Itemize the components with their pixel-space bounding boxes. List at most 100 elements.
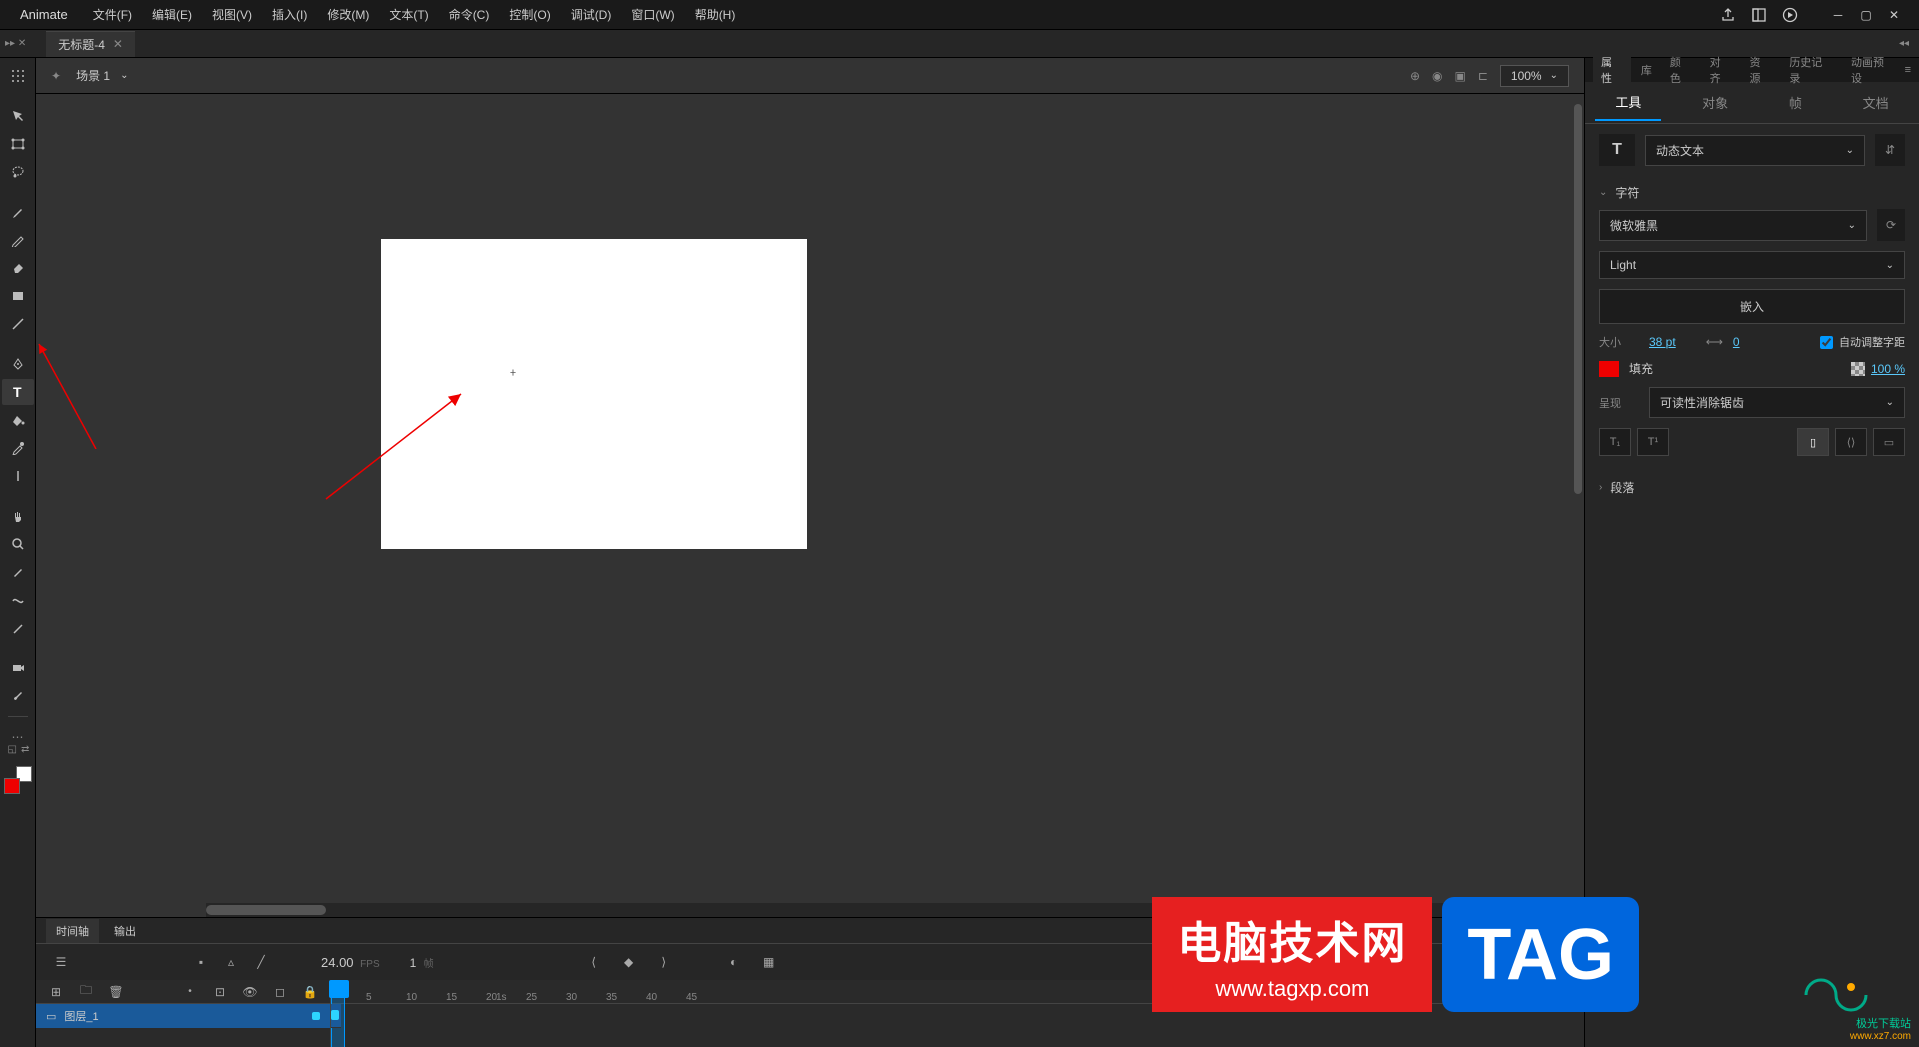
font-family-select[interactable]: 微软雅黑 ⌄ [1599, 210, 1867, 241]
panel-menu-icon[interactable]: ≡ [1905, 64, 1911, 76]
play-icon[interactable] [1782, 7, 1798, 23]
asset-warp-tool-icon[interactable] [2, 463, 34, 489]
workspace-icon[interactable] [1751, 7, 1767, 23]
camera-layer-icon[interactable]: ▪ [191, 952, 211, 972]
prop-tab-tool[interactable]: 工具 [1595, 84, 1661, 121]
selectable-icon[interactable]: ▯ [1797, 428, 1829, 456]
show-rig-icon[interactable]: ⊡ [210, 982, 230, 1002]
document-tab[interactable]: 无标题-4 ✕ [46, 31, 135, 57]
tab-timeline[interactable]: 时间轴 [46, 919, 99, 943]
text-tool-icon[interactable]: T [2, 379, 34, 405]
menu-window[interactable]: 窗口(W) [621, 6, 684, 23]
prop-tab-document[interactable]: 文档 [1843, 85, 1909, 120]
html-render-icon[interactable]: ⟨⟩ [1835, 428, 1867, 456]
free-transform-tool-icon[interactable] [2, 131, 34, 157]
menu-text[interactable]: 文本(T) [379, 6, 438, 23]
superscript-icon[interactable]: T¹ [1637, 428, 1669, 456]
frame-display[interactable]: 1 帧 [410, 955, 434, 970]
insert-keyframe-icon[interactable]: ◆ [619, 952, 639, 972]
layers-icon[interactable]: ☰ [51, 952, 71, 972]
border-icon[interactable]: ▭ [1873, 428, 1905, 456]
fill-color-swatch[interactable] [1599, 361, 1619, 377]
pencil-tool-icon[interactable] [2, 227, 34, 253]
auto-kern-checkbox[interactable]: 自动调整字距 [1820, 334, 1905, 350]
rotate-view-icon[interactable]: ◉ [1432, 69, 1442, 83]
brush-tool-icon[interactable] [2, 199, 34, 225]
panel-tab-library[interactable]: 库 [1633, 58, 1660, 82]
char-section-header[interactable]: ⌄ 字符 [1599, 176, 1905, 209]
minimize-button[interactable]: ─ [1828, 5, 1848, 25]
edit-multiple-icon[interactable]: ▦ [759, 952, 779, 972]
visibility-icon[interactable]: 👁 [240, 982, 260, 1002]
layer-depth-icon[interactable]: ╱ [251, 952, 271, 972]
embed-button[interactable]: 嵌入 [1599, 289, 1905, 324]
timeline-ruler[interactable]: 1s 5 10 15 20 25 30 35 40 45 [331, 980, 1584, 1004]
menu-file[interactable]: 文件(F) [83, 6, 142, 23]
fill-color-swatch[interactable] [4, 778, 20, 794]
menu-debug[interactable]: 调试(D) [561, 6, 622, 23]
goto-first-icon[interactable]: ⟨ [584, 952, 604, 972]
rotation-tool-icon[interactable] [2, 615, 34, 641]
font-preview-icon[interactable]: ⟳ [1877, 209, 1905, 241]
swap-colors-icon[interactable]: ⇄ [21, 744, 29, 755]
font-style-select[interactable]: Light ⌄ [1599, 251, 1905, 279]
zoom-tool-icon[interactable] [2, 531, 34, 557]
share-icon[interactable] [1720, 7, 1736, 23]
subscript-icon[interactable]: T₁ [1599, 428, 1631, 456]
camera-tool-icon[interactable] [2, 655, 34, 681]
render-mode-select[interactable]: 可读性消除锯齿 ⌄ [1649, 387, 1905, 418]
layer-row[interactable]: ▭ 图层_1 [36, 1004, 330, 1028]
text-direction-icon[interactable]: ⇵ [1875, 134, 1905, 166]
line-tool-icon[interactable] [2, 311, 34, 337]
eyedropper-tool-icon[interactable] [2, 435, 34, 461]
goto-last-icon[interactable]: ⟩ [654, 952, 674, 972]
hand-tool-icon[interactable] [2, 503, 34, 529]
opacity-value[interactable]: 100 % [1871, 362, 1905, 376]
maximize-button[interactable]: ▢ [1856, 5, 1876, 25]
new-layer-icon[interactable]: ⊞ [46, 982, 66, 1002]
menu-insert[interactable]: 插入(I) [262, 6, 317, 23]
menu-edit[interactable]: 编辑(E) [142, 6, 202, 23]
horizontal-scrollbar[interactable] [206, 903, 1584, 917]
para-section-header[interactable]: › 段落 [1599, 471, 1905, 504]
outline-icon[interactable]: ◻ [270, 982, 290, 1002]
paint-brush-tool-icon[interactable] [2, 683, 34, 709]
grid-tool-icon[interactable] [2, 63, 34, 89]
eraser-tool-icon[interactable] [2, 255, 34, 281]
new-folder-icon[interactable]: 🗀 [76, 982, 96, 1002]
highlight-layers-icon[interactable]: • [180, 982, 200, 1002]
layer-name[interactable]: 图层_1 [64, 1008, 304, 1024]
stage[interactable] [381, 239, 807, 549]
width-tool-icon[interactable] [2, 587, 34, 613]
timeline-track[interactable]: 1s 5 10 15 20 25 30 35 40 45 [331, 980, 1584, 1047]
tab-output[interactable]: 输出 [104, 919, 146, 943]
prop-tab-frame[interactable]: 帧 [1769, 85, 1822, 120]
pen-tool-icon[interactable] [2, 351, 34, 377]
default-colors-icon[interactable]: ◱ [8, 744, 17, 755]
clip-content-icon[interactable]: ▣ [1455, 69, 1466, 83]
onion-skin-icon[interactable]: ◐ [724, 952, 744, 972]
lasso-tool-icon[interactable] [2, 159, 34, 185]
keyframe-marker[interactable] [331, 1010, 339, 1020]
auto-kern-input[interactable] [1820, 336, 1833, 349]
panel-collapse-icon[interactable]: ◂◂ [1899, 38, 1919, 49]
selection-tool-icon[interactable] [2, 103, 34, 129]
rectangle-tool-icon[interactable] [2, 283, 34, 309]
menu-help[interactable]: 帮助(H) [685, 6, 746, 23]
track-row[interactable] [331, 1004, 341, 1028]
expand-tools-icon[interactable]: ▸▸ ✕ [5, 38, 26, 49]
scene-home-icon[interactable]: ✦ [51, 69, 61, 83]
prop-tab-object[interactable]: 对象 [1682, 85, 1748, 120]
fps-display[interactable]: 24.00 FPS [321, 955, 380, 970]
delete-layer-icon[interactable]: 🗑 [106, 982, 126, 1002]
menu-command[interactable]: 命令(C) [439, 6, 500, 23]
menu-view[interactable]: 视图(V) [202, 6, 262, 23]
lock-icon[interactable]: 🔒 [300, 982, 320, 1002]
canvas-area[interactable]: ﹢ [36, 94, 1584, 917]
bone-tool-icon[interactable] [2, 559, 34, 585]
close-button[interactable]: ✕ [1884, 5, 1904, 25]
center-stage-icon[interactable]: ⊕ [1410, 69, 1420, 83]
size-value[interactable]: 38 pt [1649, 335, 1676, 349]
zoom-selector[interactable]: 100% ⌄ [1500, 65, 1569, 87]
layer-parenting-icon[interactable]: ▵ [221, 952, 241, 972]
